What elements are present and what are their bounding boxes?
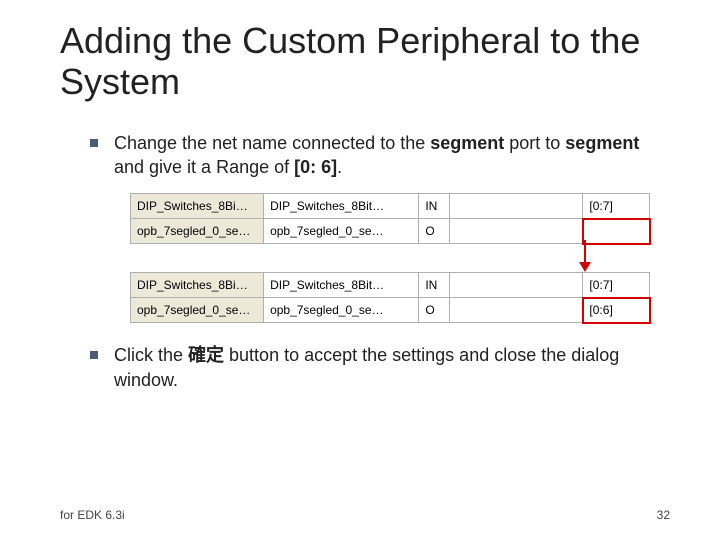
- slide: Adding the Custom Peripheral to the Syst…: [0, 0, 720, 540]
- arrow-between-tables: [130, 244, 670, 272]
- square-bullet-icon: [90, 139, 98, 147]
- footer-left: for EDK 6.3i: [60, 508, 125, 522]
- bullet-1-text: Change the net name connected to the seg…: [114, 131, 670, 180]
- arrow-down-icon: [575, 240, 595, 274]
- cell-net: opb_7segled_0_se…: [264, 298, 419, 323]
- text: port to: [504, 133, 565, 153]
- table-row: DIP_Switches_8Bi… DIP_Switches_8Bit… IN …: [131, 273, 650, 298]
- ports-table-after: DIP_Switches_8Bi… DIP_Switches_8Bit… IN …: [130, 272, 650, 323]
- cell-class: [450, 298, 583, 323]
- cell-dir: O: [419, 219, 450, 244]
- text: Click the: [114, 345, 188, 365]
- text: and give it a Range of: [114, 157, 294, 177]
- keyword-segment: segment: [430, 133, 504, 153]
- slide-title: Adding the Custom Peripheral to the Syst…: [60, 20, 670, 103]
- bullet-1: Change the net name connected to the seg…: [90, 131, 670, 180]
- cell-name: DIP_Switches_8Bi…: [131, 194, 264, 219]
- keyword-segment-2: segment: [565, 133, 639, 153]
- keyword-ok-button: 確定: [188, 345, 224, 365]
- table-row: opb_7segled_0_se… opb_7segled_0_se… O [0…: [131, 298, 650, 323]
- table-row: DIP_Switches_8Bi… DIP_Switches_8Bit… IN …: [131, 194, 650, 219]
- cell-class: [450, 219, 583, 244]
- cell-dir: IN: [419, 194, 450, 219]
- slide-footer: for EDK 6.3i 32: [60, 508, 670, 522]
- cell-dir: IN: [419, 273, 450, 298]
- cell-class: [450, 194, 583, 219]
- text: Change the net name connected to the: [114, 133, 430, 153]
- table-row: opb_7segled_0_se… opb_7segled_0_se… O: [131, 219, 650, 244]
- cell-net: DIP_Switches_8Bit…: [264, 194, 419, 219]
- square-bullet-icon: [90, 351, 98, 359]
- ports-table-before: DIP_Switches_8Bi… DIP_Switches_8Bit… IN …: [130, 193, 650, 244]
- cell-net: DIP_Switches_8Bit…: [264, 273, 419, 298]
- cell-class: [450, 273, 583, 298]
- cell-name: DIP_Switches_8Bi…: [131, 273, 264, 298]
- keyword-range: [0: 6]: [294, 157, 337, 177]
- text: .: [337, 157, 342, 177]
- cell-name: opb_7segled_0_se…: [131, 219, 264, 244]
- cell-net: opb_7segled_0_se…: [264, 219, 419, 244]
- tables-area: DIP_Switches_8Bi… DIP_Switches_8Bit… IN …: [130, 193, 670, 323]
- cell-range: [0:7]: [583, 273, 650, 298]
- cell-range-highlighted: [0:6]: [583, 298, 650, 323]
- bullet-2: Click the 確定 button to accept the settin…: [90, 343, 670, 392]
- bullet-2-text: Click the 確定 button to accept the settin…: [114, 343, 670, 392]
- cell-name: opb_7segled_0_se…: [131, 298, 264, 323]
- cell-dir: O: [419, 298, 450, 323]
- cell-range: [0:7]: [583, 194, 650, 219]
- page-number: 32: [657, 508, 670, 522]
